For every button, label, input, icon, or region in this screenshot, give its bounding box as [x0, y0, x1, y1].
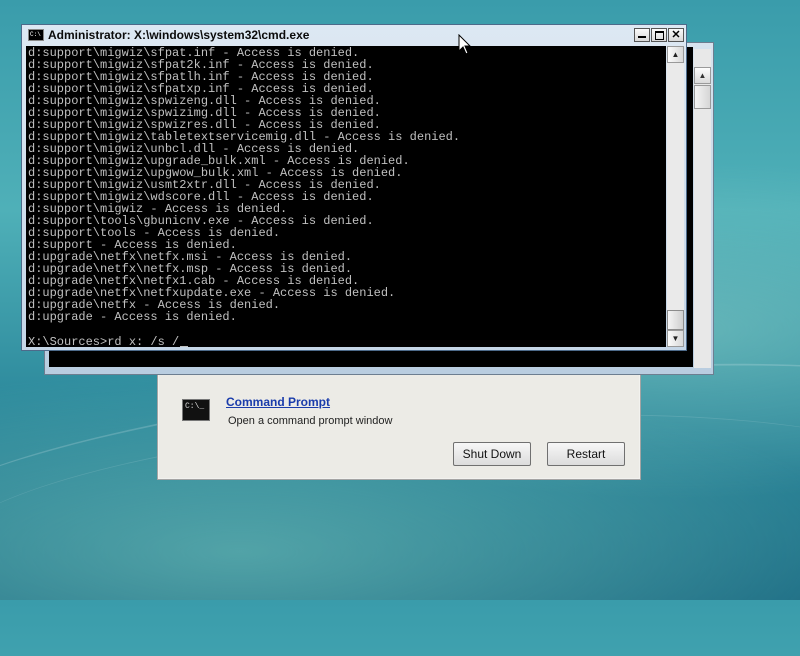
cmd-window[interactable]: C:\ Administrator: X:\windows\system32\c…	[21, 24, 687, 351]
scroll-thumb[interactable]	[694, 85, 711, 109]
console-output[interactable]: d:support\migwiz\sfpat.inf - Access is d…	[26, 46, 666, 347]
command-prompt-description: Open a command prompt window	[228, 415, 393, 427]
scroll-up-icon[interactable]: ▲	[694, 67, 711, 84]
title-bar[interactable]: C:\ Administrator: X:\windows\system32\c…	[22, 25, 686, 46]
minimize-button[interactable]	[634, 28, 650, 42]
command-input-line[interactable]: X:\Sources>rd x: /s /	[28, 335, 189, 347]
maximize-button[interactable]	[651, 28, 667, 42]
command-prompt-text: X:\Sources>rd x: /s /	[28, 335, 180, 347]
console-line: d:upgrade - Access is denied.	[28, 310, 237, 324]
scroll-up-icon[interactable]: ▲	[667, 46, 684, 63]
vertical-scrollbar[interactable]: ▲ ▼	[667, 46, 684, 347]
mouse-pointer-icon	[458, 34, 472, 55]
restart-button[interactable]: Restart	[547, 442, 625, 466]
scroll-down-icon[interactable]: ▼	[667, 330, 684, 347]
text-cursor	[180, 346, 189, 347]
close-button[interactable]: ✕	[668, 28, 684, 42]
system-recovery-dialog: C:\_ Command Prompt Open a command promp…	[157, 362, 641, 480]
shut-down-button[interactable]: Shut Down	[453, 442, 531, 466]
scroll-thumb[interactable]	[667, 310, 684, 330]
command-prompt-icon[interactable]: C:\_	[182, 399, 210, 421]
cmd-icon: C:\	[28, 29, 44, 41]
maximize-icon	[655, 31, 664, 40]
window-title: Administrator: X:\windows\system32\cmd.e…	[48, 28, 310, 42]
minimize-icon	[638, 36, 646, 38]
close-icon: ✕	[671, 29, 681, 41]
background-window-scrollbar[interactable]: ▲	[694, 49, 711, 368]
command-prompt-link[interactable]: Command Prompt	[226, 395, 330, 409]
